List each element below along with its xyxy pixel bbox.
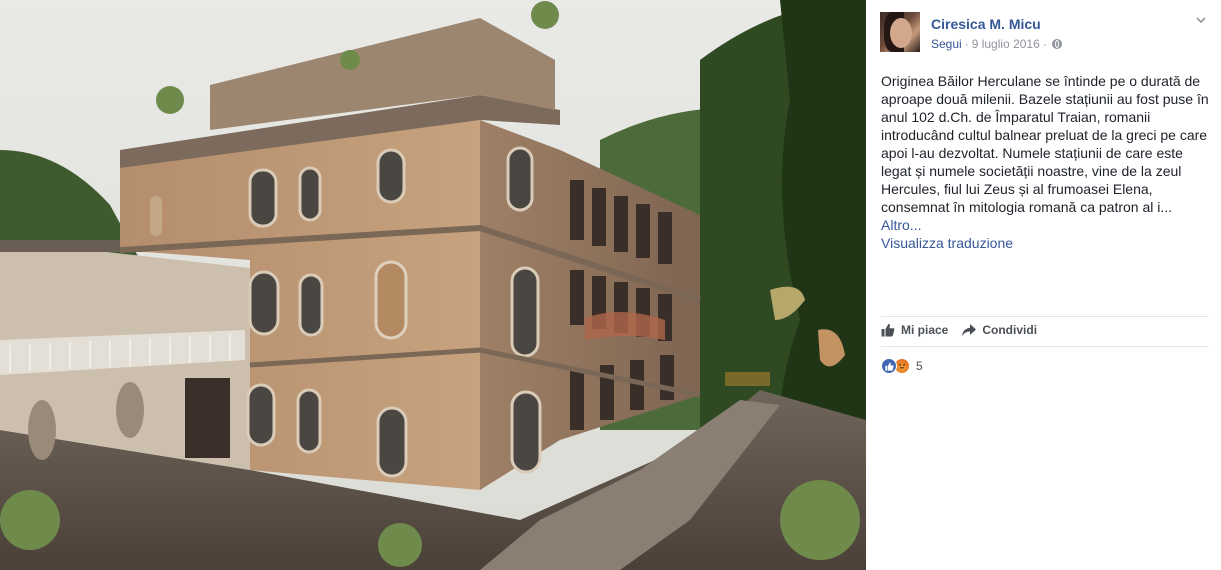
action-bar: Mi piace Condividi: [881, 323, 1037, 337]
post-meta: Segui · 9 luglio 2016 ·: [931, 37, 1062, 51]
abandoned-building-photo: [0, 0, 866, 570]
like-reaction-icon: [881, 358, 897, 374]
follow-link[interactable]: Segui: [931, 37, 962, 51]
post-photo[interactable]: [0, 0, 866, 570]
divider: [881, 346, 1209, 347]
reactions-summary[interactable]: 5: [881, 358, 923, 374]
post-message: Originea Băilor Herculane se întinde pe …: [881, 73, 1209, 215]
share-label: Condividi: [982, 323, 1038, 337]
avatar[interactable]: [880, 12, 920, 52]
globe-icon: [1051, 39, 1062, 49]
post-sidebar: Ciresica M. Micu Segui · 9 luglio 2016 ·…: [866, 0, 1221, 570]
see-more-link[interactable]: Altro...: [881, 216, 1211, 234]
avatar-face: [890, 18, 912, 48]
like-label: Mi piace: [901, 323, 949, 337]
meta-separator: ·: [1042, 37, 1047, 51]
share-button[interactable]: Condividi: [962, 323, 1037, 337]
like-button[interactable]: Mi piace: [881, 323, 948, 337]
author-name[interactable]: Ciresica M. Micu: [931, 16, 1041, 32]
divider: [881, 316, 1209, 317]
chevron-down-icon[interactable]: [1195, 14, 1207, 26]
post-body: Originea Băilor Herculane se întinde pe …: [881, 72, 1211, 252]
see-translation-link[interactable]: Visualizza traduzione: [881, 234, 1211, 252]
reaction-count: 5: [916, 359, 923, 373]
post-date[interactable]: 9 luglio 2016: [972, 37, 1040, 51]
thumbs-up-icon: [881, 323, 895, 337]
share-arrow-icon: [962, 323, 977, 336]
meta-separator: ·: [964, 37, 969, 51]
